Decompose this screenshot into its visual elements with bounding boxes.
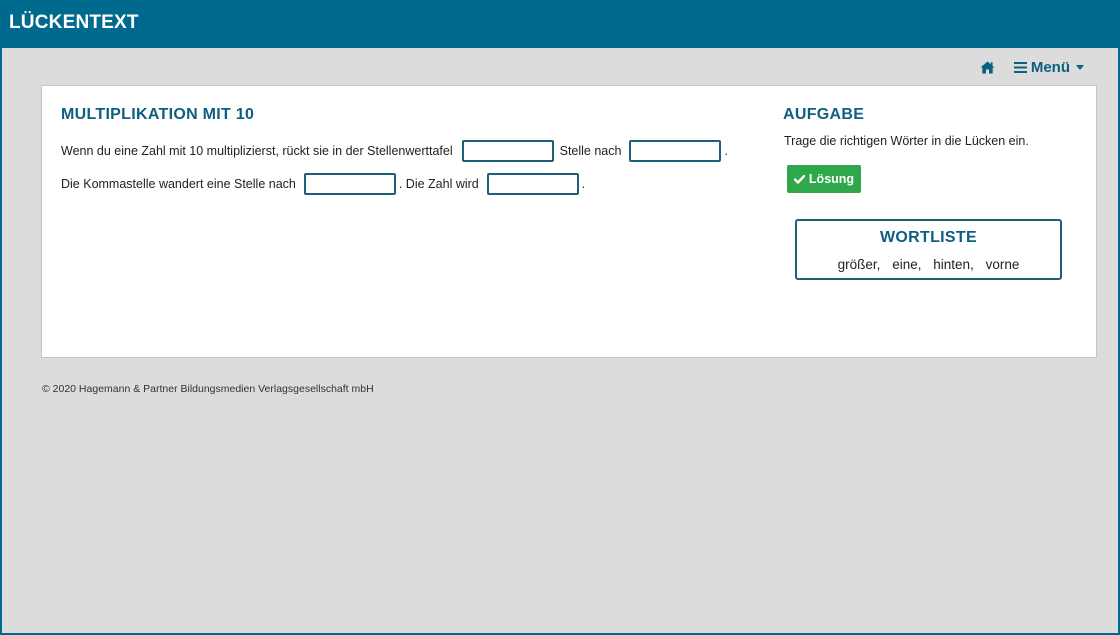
- check-icon: [793, 174, 805, 184]
- instruction-text: Trage die richtigen Wörter in die Lücken…: [784, 134, 1029, 148]
- task-title: MULTIPLIKATION MIT 10: [61, 106, 255, 123]
- hamburger-icon: [1013, 61, 1027, 73]
- aside-title: AUFGABE: [783, 106, 865, 123]
- menu-label: Menü: [1030, 58, 1070, 76]
- sentence-2-text-a: Die Kommastelle wandert eine Stelle nach: [61, 177, 296, 191]
- app-title: LÜCKENTEXT: [9, 12, 139, 33]
- sentence-2: Die Kommastelle wandert eine Stelle nach…: [61, 173, 585, 195]
- gap-input-1[interactable]: [461, 140, 554, 162]
- sentence-1-text-a: Wenn du eine Zahl mit 10 multiplizierst,…: [61, 144, 453, 158]
- word-item: hinten,: [933, 257, 974, 272]
- sentence-1-end: .: [724, 144, 728, 158]
- word-list-items: größer, eine, hinten, vorne: [797, 257, 1060, 272]
- sentence-1: Wenn du eine Zahl mit 10 multiplizierst,…: [61, 140, 728, 162]
- gap-input-4[interactable]: [486, 173, 579, 195]
- word-list-box: WORTLISTE größer, eine, hinten, vorne: [795, 219, 1062, 280]
- solution-button-label: Lösung: [808, 172, 855, 186]
- gap-input-3[interactable]: [303, 173, 396, 195]
- top-app-bar: LÜCKENTEXT: [0, 0, 1120, 48]
- top-nav: Menü: [980, 56, 1084, 78]
- caret-down-icon: [1076, 64, 1084, 70]
- word-item: vorne: [985, 257, 1020, 272]
- word-item: größer,: [837, 257, 881, 272]
- sentence-2-text-b: . Die Zahl wird: [398, 177, 479, 191]
- menu-button[interactable]: Menü: [1013, 58, 1084, 76]
- exercise-card: MULTIPLIKATION MIT 10 Wenn du eine Zahl …: [41, 85, 1097, 358]
- home-icon: [980, 61, 995, 73]
- footer-copyright: © 2020 Hagemann & Partner Bildungsmedien…: [42, 383, 374, 395]
- sentence-1-text-b: Stelle nach: [559, 144, 622, 158]
- word-list-title: WORTLISTE: [880, 229, 977, 246]
- gap-input-2[interactable]: [629, 140, 722, 162]
- solution-button[interactable]: Lösung: [787, 165, 861, 193]
- sentence-2-end: .: [581, 177, 586, 191]
- home-button[interactable]: [980, 59, 996, 75]
- word-item: eine,: [892, 257, 922, 272]
